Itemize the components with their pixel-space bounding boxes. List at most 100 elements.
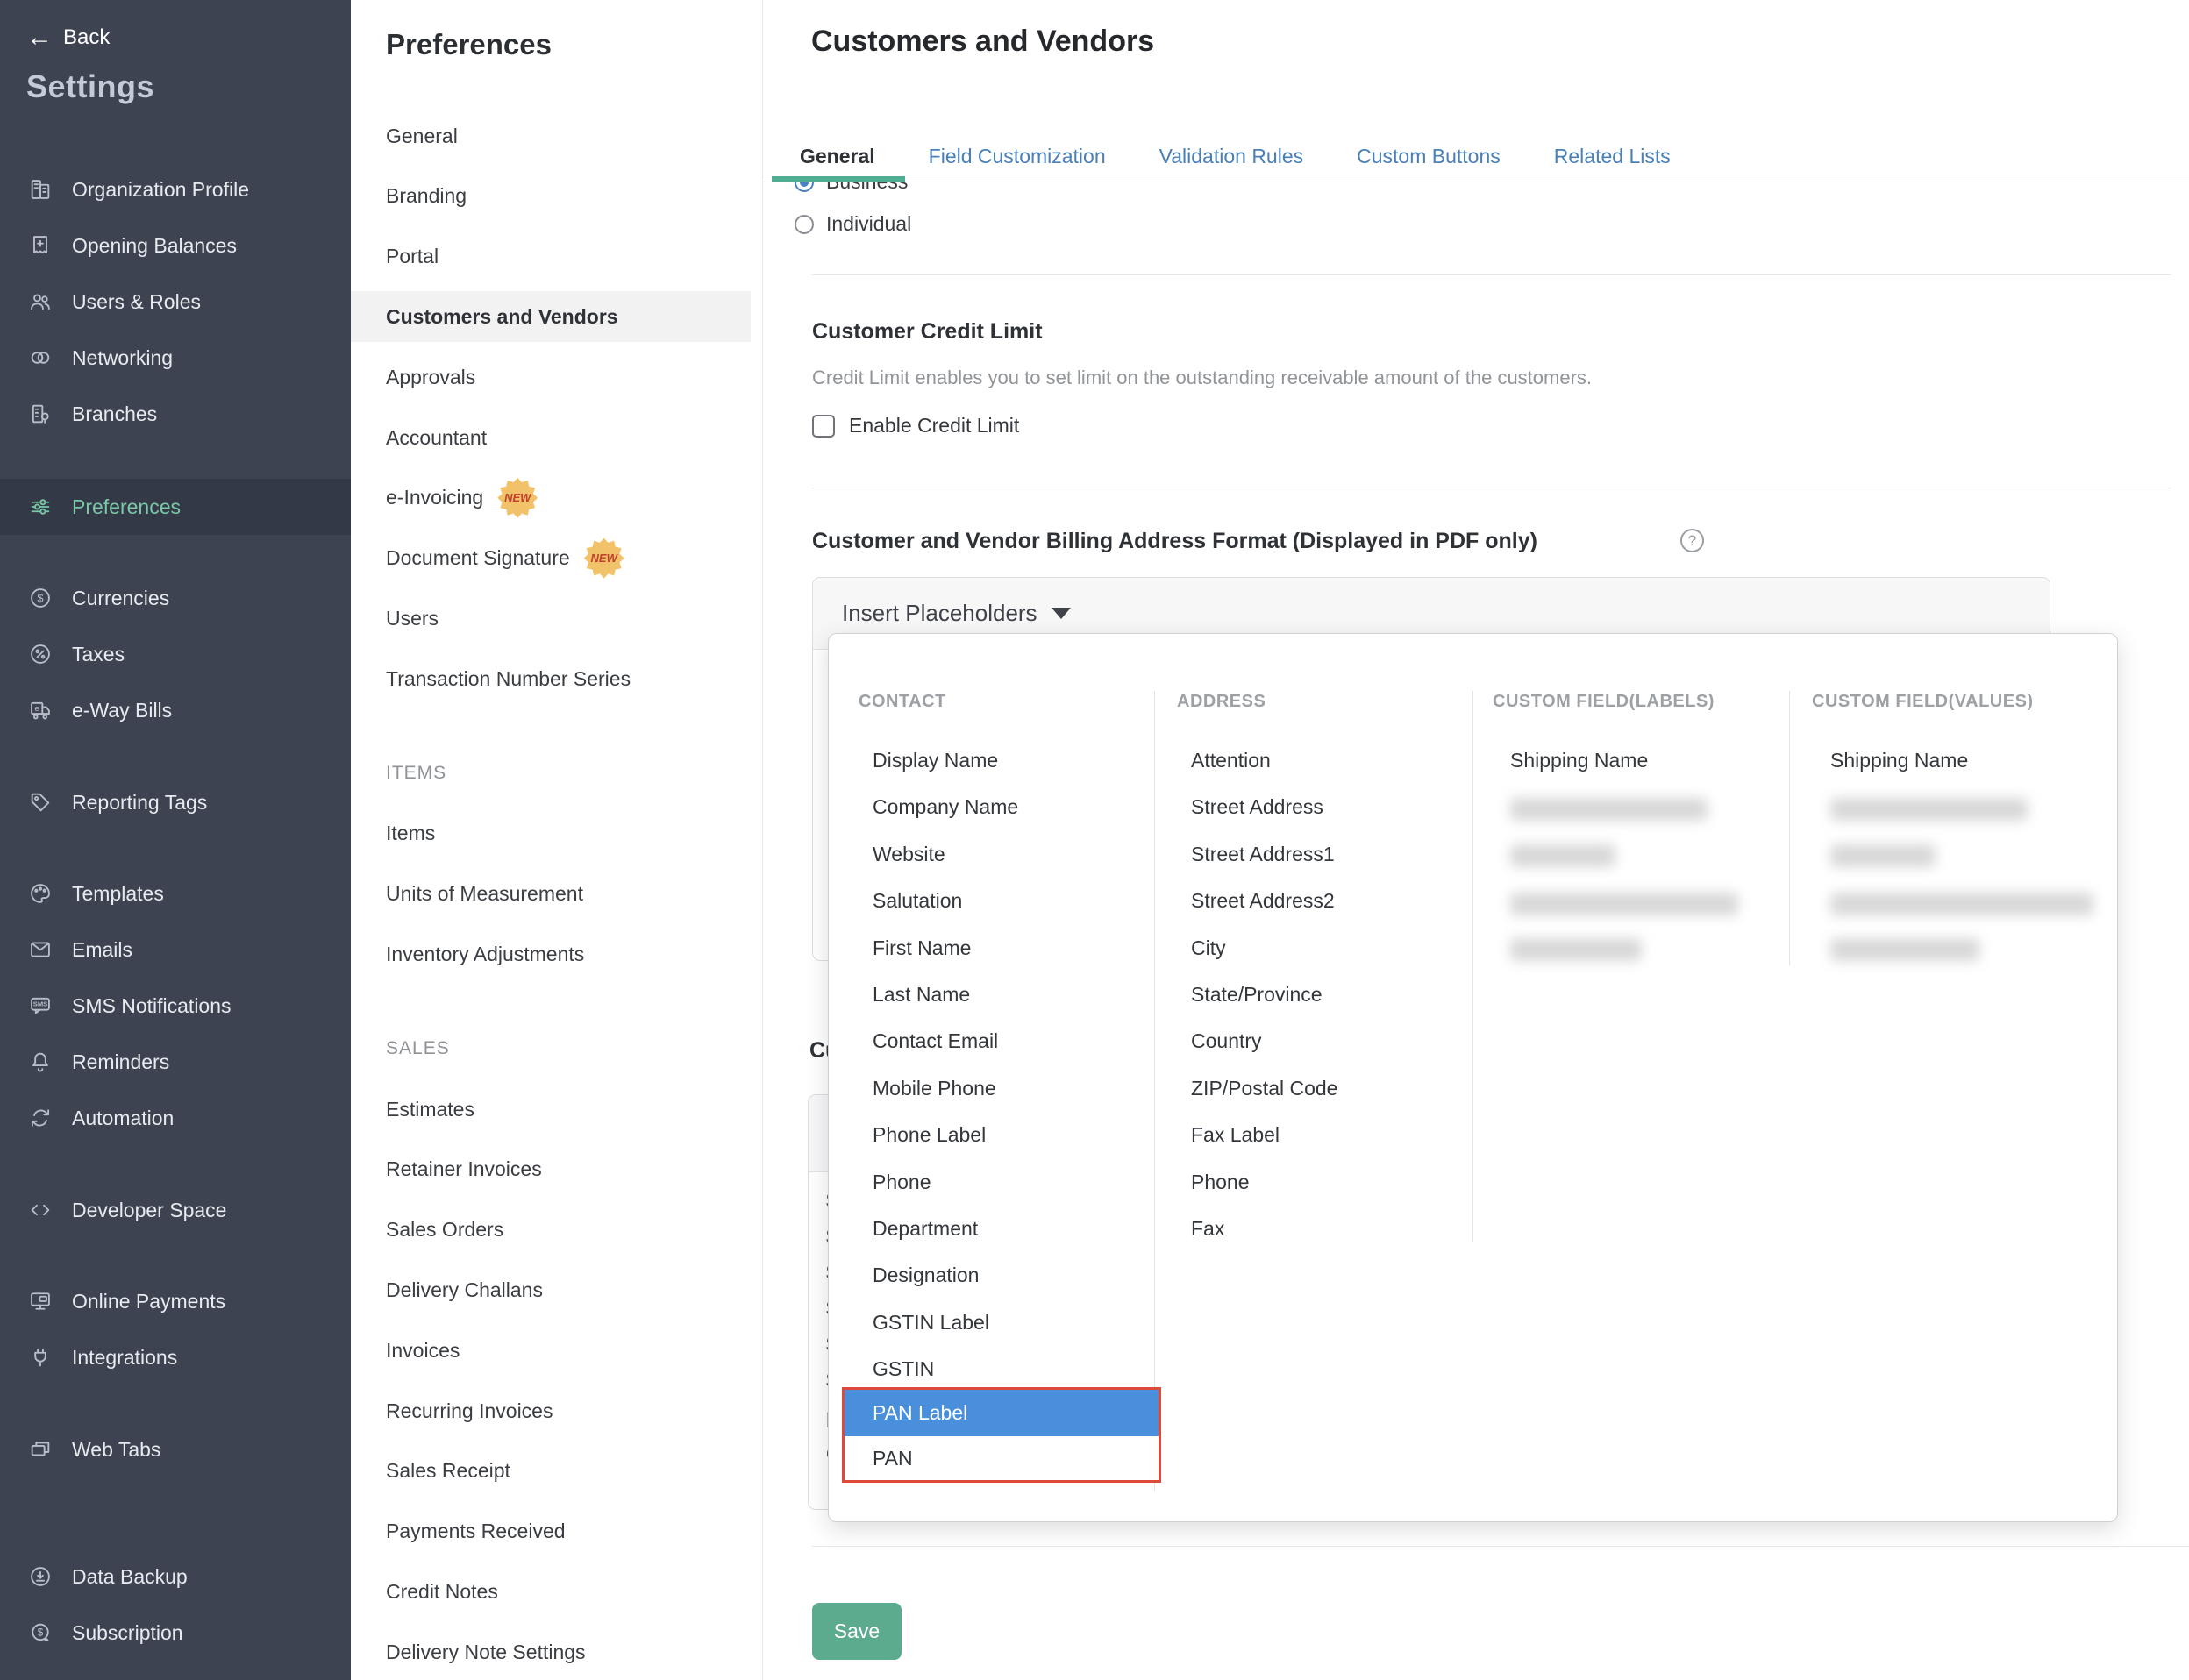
panel-item-units-of-measurement[interactable]: Units of Measurement: [351, 869, 751, 920]
dropdown-item-display-name[interactable]: Display Name: [873, 749, 998, 772]
dropdown-item-mobile-phone[interactable]: Mobile Phone: [873, 1077, 996, 1100]
dropdown-item-contact-email[interactable]: Contact Email: [873, 1029, 998, 1053]
dropdown-item-shipping-name[interactable]: Shipping Name: [1830, 749, 1968, 772]
enable-credit-limit-checkbox[interactable]: [812, 415, 835, 438]
dropdown-item-attention[interactable]: Attention: [1191, 749, 1271, 772]
dropdown-item-zip-postal-code[interactable]: ZIP/Postal Code: [1191, 1077, 1337, 1100]
sidebar-item-online-payments[interactable]: Online Payments: [0, 1273, 351, 1329]
dropdown-item-shipping-name[interactable]: Shipping Name: [1510, 749, 1648, 772]
sidebar-item-opening-balances[interactable]: Opening Balances: [0, 217, 351, 274]
sidebar-item-developer-space[interactable]: Developer Space: [0, 1182, 351, 1238]
panel-item-portal[interactable]: Portal: [351, 231, 751, 282]
sidebar-item-reporting-tags[interactable]: Reporting Tags: [0, 774, 351, 830]
panel-item-items[interactable]: Items: [351, 808, 751, 859]
sidebar-item-currencies[interactable]: $Currencies: [0, 570, 351, 626]
page-title: Customers and Vendors: [811, 25, 1154, 59]
panel-item-branding[interactable]: Branding: [351, 171, 751, 222]
save-button[interactable]: Save: [812, 1603, 902, 1660]
sidebar-item-label: Networking: [72, 346, 173, 370]
dropdown-item-first-name[interactable]: First Name: [873, 936, 971, 960]
panel-item-sales-orders[interactable]: Sales Orders: [351, 1205, 751, 1256]
dropdown-item-gstin[interactable]: GSTIN: [873, 1357, 934, 1381]
panel-item-delivery-note-settings[interactable]: Delivery Note Settings: [351, 1627, 751, 1677]
building-icon: [28, 177, 53, 202]
enable-credit-limit-row[interactable]: Enable Credit Limit: [812, 414, 1019, 438]
panel-item-delivery-challans[interactable]: Delivery Challans: [351, 1264, 751, 1315]
sidebar-item-branches[interactable]: Branches: [0, 386, 351, 442]
panel-item-estimates[interactable]: Estimates: [351, 1084, 751, 1135]
section-divider: [812, 274, 2171, 275]
panel-item-inventory-adjustments[interactable]: Inventory Adjustments: [351, 929, 751, 979]
panel-item-payments-received[interactable]: Payments Received: [351, 1506, 751, 1557]
sidebar-item-sms-notifications[interactable]: SMS SMS Notifications: [0, 978, 351, 1034]
panel-item-general[interactable]: General: [351, 110, 751, 161]
dropdown-item-designation[interactable]: Designation: [873, 1264, 979, 1287]
dropdown-item-phone[interactable]: Phone: [873, 1171, 931, 1194]
tab-custom-buttons[interactable]: Custom Buttons: [1357, 145, 1501, 168]
sidebar-item-preferences[interactable]: Preferences: [0, 479, 351, 535]
dropdown-item-salutation[interactable]: Salutation: [873, 889, 962, 913]
panel-item-document-signature[interactable]: Document SignatureNEW: [351, 533, 751, 584]
dropdown-item-department[interactable]: Department: [873, 1217, 978, 1241]
sidebar-item-networking[interactable]: Networking: [0, 330, 351, 386]
tag-icon: [28, 790, 53, 815]
panel-item-recurring-invoices[interactable]: Recurring Invoices: [351, 1385, 751, 1436]
dropdown-item-country[interactable]: Country: [1191, 1029, 1262, 1053]
sidebar-item-emails[interactable]: Emails: [0, 922, 351, 978]
dropdown-item-gstin-label[interactable]: GSTIN Label: [873, 1311, 989, 1335]
dropdown-item-state-province[interactable]: State/Province: [1191, 983, 1323, 1007]
dropdown-item-street-address2[interactable]: Street Address2: [1191, 889, 1335, 913]
sidebar-item-organization-profile[interactable]: Organization Profile: [0, 161, 351, 217]
dropdown-item-city[interactable]: City: [1191, 936, 1226, 960]
sidebar-item-automation[interactable]: Automation: [0, 1090, 351, 1146]
insert-placeholders-button-1[interactable]: Insert Placeholders: [842, 600, 1071, 627]
sidebar-item-subscription[interactable]: $Subscription: [0, 1605, 351, 1661]
panel-item-invoices[interactable]: Invoices: [351, 1325, 751, 1376]
panel-item-customers-and-vendors[interactable]: Customers and Vendors: [351, 291, 751, 342]
dropdown-column-header: ADDRESS: [1177, 692, 1266, 712]
sidebar-item-reminders[interactable]: Reminders: [0, 1034, 351, 1090]
dropdown-item-website[interactable]: Website: [873, 843, 945, 866]
main-content: Customers and Vendors General Field Custo…: [764, 0, 2189, 1680]
sms-icon: SMS: [28, 993, 53, 1018]
help-icon[interactable]: ?: [1680, 529, 1704, 552]
back-arrow-icon: ←: [26, 25, 53, 51]
panel-item-e-invoicing[interactable]: e-InvoicingNEW: [351, 473, 751, 523]
palette-icon: [28, 881, 53, 906]
sidebar-item-taxes[interactable]: Taxes: [0, 626, 351, 682]
dropdown-item-pan-label[interactable]: PAN Label: [845, 1390, 1159, 1436]
tab-general[interactable]: General: [800, 145, 875, 168]
sidebar-item-users-roles[interactable]: Users & Roles: [0, 274, 351, 330]
sidebar-item-e-way-bills[interactable]: ee-Way Bills: [0, 682, 351, 738]
dropdown-item-phone[interactable]: Phone: [1191, 1171, 1250, 1194]
panel-item-transaction-number-series[interactable]: Transaction Number Series: [351, 653, 751, 704]
dropdown-item-last-name[interactable]: Last Name: [873, 983, 970, 1007]
dropdown-item-fax[interactable]: Fax: [1191, 1217, 1224, 1241]
tab-validation-rules[interactable]: Validation Rules: [1159, 145, 1304, 168]
sidebar-item-web-tabs[interactable]: Web Tabs: [0, 1421, 351, 1477]
panel-item-approvals[interactable]: Approvals: [351, 352, 751, 402]
panel-item-retainer-invoices[interactable]: Retainer Invoices: [351, 1144, 751, 1195]
sidebar-item-integrations[interactable]: Integrations: [0, 1329, 351, 1385]
sidebar-item-data-backup[interactable]: Data Backup: [0, 1548, 351, 1605]
panel-item-sales-receipt[interactable]: Sales Receipt: [351, 1446, 751, 1497]
panel-item-credit-notes[interactable]: Credit Notes: [351, 1566, 751, 1617]
individual-radio[interactable]: [795, 215, 814, 234]
panel-item-label: ITEMS: [386, 763, 446, 784]
radio-row-business[interactable]: Business: [795, 182, 908, 194]
dropdown-item-street-address[interactable]: Street Address: [1191, 795, 1323, 819]
sidebar-item-label: SMS Notifications: [72, 994, 232, 1018]
sidebar-item-templates[interactable]: Templates: [0, 865, 351, 922]
dropdown-item-pan[interactable]: PAN: [845, 1436, 1159, 1480]
radio-row-individual[interactable]: Individual: [795, 212, 911, 236]
dropdown-item-fax-label[interactable]: Fax Label: [1191, 1123, 1280, 1147]
dropdown-item-phone-label[interactable]: Phone Label: [873, 1123, 986, 1147]
business-radio[interactable]: [795, 182, 814, 192]
panel-item-users[interactable]: Users: [351, 593, 751, 644]
back-button[interactable]: ← Back: [26, 25, 110, 51]
tab-field-customization[interactable]: Field Customization: [929, 145, 1106, 168]
dropdown-item-street-address1[interactable]: Street Address1: [1191, 843, 1335, 866]
panel-item-accountant[interactable]: Accountant: [351, 412, 751, 463]
tab-related-lists[interactable]: Related Lists: [1554, 145, 1671, 168]
dropdown-item-company-name[interactable]: Company Name: [873, 795, 1018, 819]
